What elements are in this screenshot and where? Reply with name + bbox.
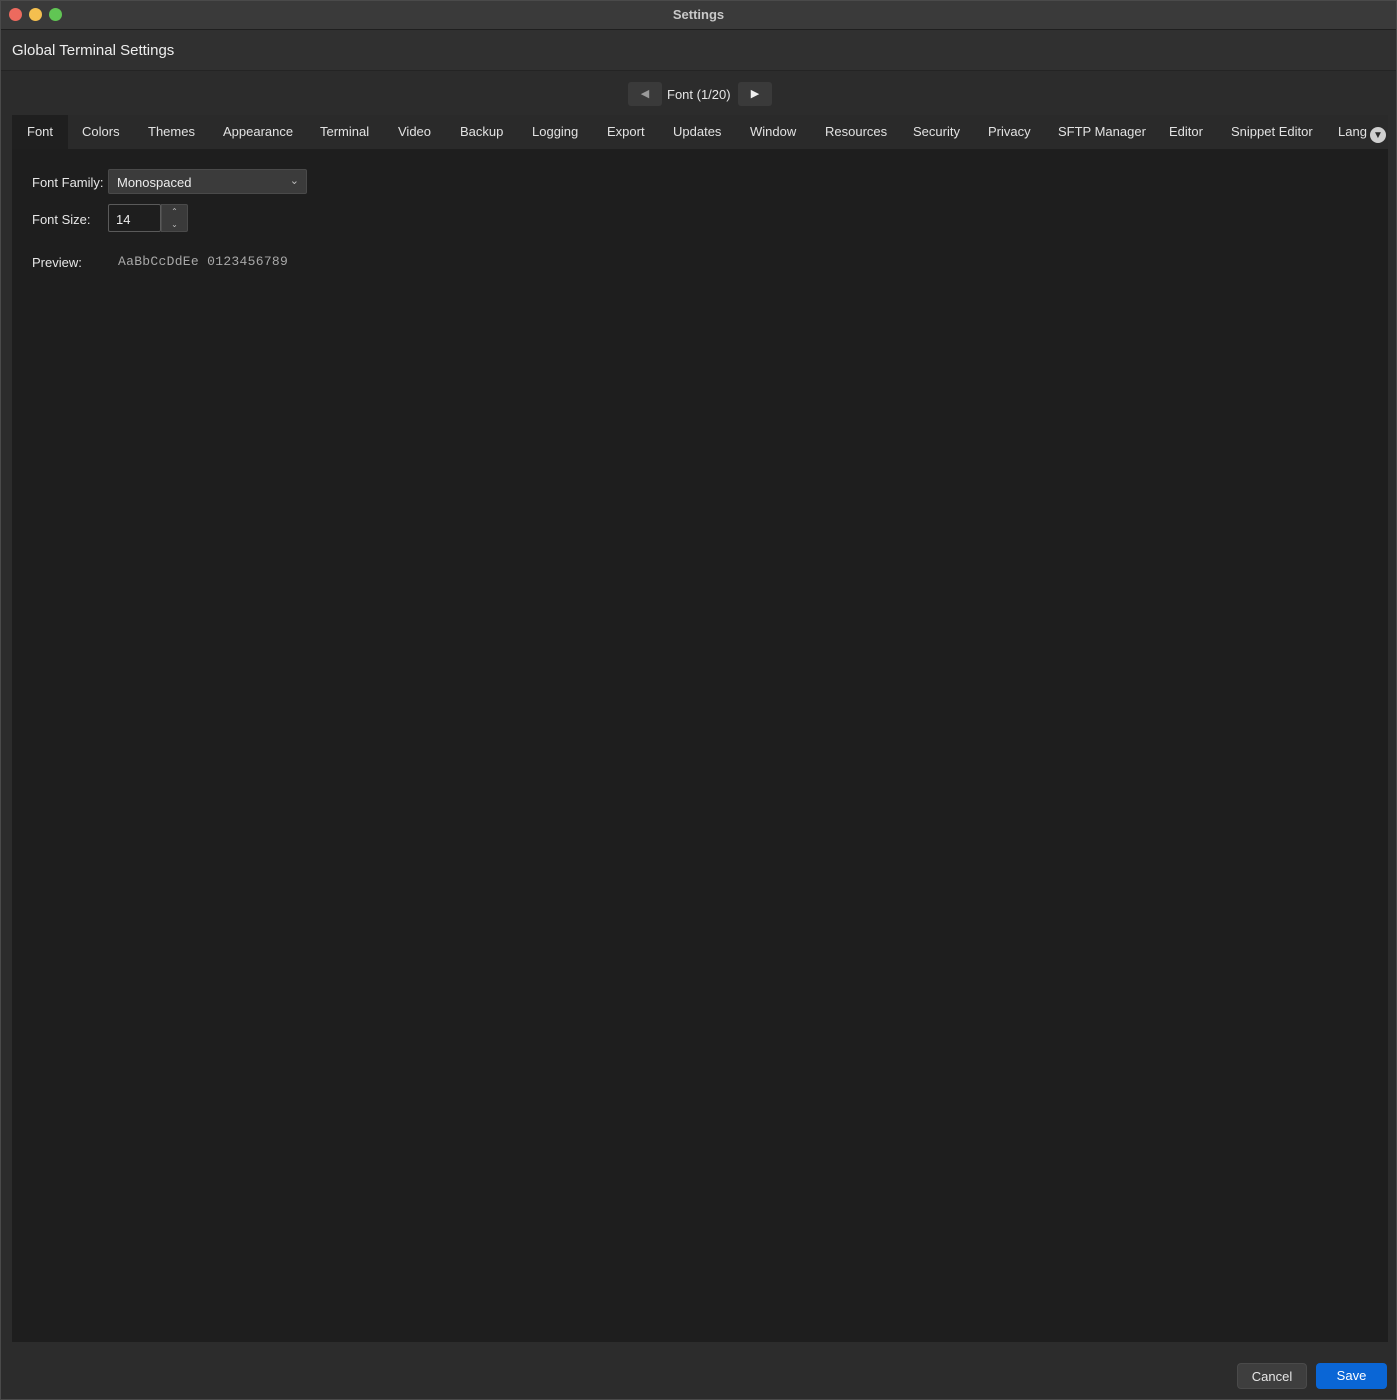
- font-family-select[interactable]: Monospaced ⌄: [108, 169, 307, 194]
- font-family-value: Monospaced: [117, 175, 192, 190]
- tab-appearance[interactable]: Appearance: [223, 115, 293, 149]
- preview-label: Preview:: [32, 255, 82, 270]
- tab-colors[interactable]: Colors: [82, 115, 120, 149]
- font-preview-text: AaBbCcDdEe 0123456789: [118, 254, 289, 269]
- chevron-up-icon: ⌃: [171, 207, 178, 216]
- cancel-button[interactable]: Cancel: [1237, 1363, 1307, 1389]
- pager-label: Font (1/20): [667, 87, 731, 102]
- chevron-down-icon: ⌄: [289, 175, 299, 187]
- font-settings-panel: Font Family: Monospaced ⌄ Font Size: 14 …: [12, 149, 1388, 1342]
- settings-header: Global Terminal Settings: [1, 30, 1396, 71]
- dialog-footer: Cancel Save: [1, 1343, 1396, 1399]
- font-size-value: 14: [116, 212, 131, 227]
- tab-export[interactable]: Export: [607, 115, 645, 149]
- tab-backup[interactable]: Backup: [460, 115, 503, 149]
- previous-page-button[interactable]: ◀: [628, 82, 662, 106]
- tab-overflow-button[interactable]: ▼: [1370, 127, 1386, 143]
- tab-editor[interactable]: Editor: [1169, 115, 1203, 149]
- title-bar: Settings: [1, 1, 1396, 30]
- next-page-button[interactable]: ▶: [738, 82, 772, 106]
- tab-themes[interactable]: Themes: [148, 115, 195, 149]
- tab-video[interactable]: Video: [398, 115, 431, 149]
- tab-snippet-editor[interactable]: Snippet Editor: [1231, 115, 1313, 149]
- tab-resources[interactable]: Resources: [825, 115, 887, 149]
- font-size-stepper: ⌃ ⌄: [161, 204, 188, 232]
- tab-privacy[interactable]: Privacy: [988, 115, 1031, 149]
- font-size-label: Font Size:: [32, 212, 91, 227]
- triangle-left-icon: ◀: [640, 88, 650, 100]
- tab-security[interactable]: Security: [913, 115, 960, 149]
- font-family-label: Font Family:: [32, 175, 104, 190]
- tab-updates[interactable]: Updates: [673, 115, 721, 149]
- tab-pager: ◀ Font (1/20) ▶: [1, 82, 1396, 108]
- tab-logging[interactable]: Logging: [532, 115, 578, 149]
- tab-window[interactable]: Window: [750, 115, 796, 149]
- window-title: Settings: [672, 7, 725, 22]
- settings-tab-bar: Font Colors Themes Appearance Terminal V…: [12, 115, 1388, 150]
- chevron-down-icon: ⌄: [171, 220, 178, 229]
- increment-button[interactable]: ⌃: [162, 205, 187, 218]
- settings-window: Settings Global Terminal Settings ◀ Font…: [0, 0, 1397, 1400]
- font-size-input[interactable]: 14: [108, 204, 161, 232]
- decrement-button[interactable]: ⌄: [162, 218, 187, 231]
- tab-terminal[interactable]: Terminal: [320, 115, 369, 149]
- chevron-down-icon: ▼: [1373, 130, 1383, 141]
- save-button[interactable]: Save: [1316, 1363, 1387, 1389]
- tab-font[interactable]: Font: [12, 115, 69, 149]
- tab-sftp-manager[interactable]: SFTP Manager: [1058, 115, 1146, 149]
- tab-language[interactable]: Lang: [1338, 115, 1367, 149]
- page-title: Global Terminal Settings: [12, 42, 175, 59]
- triangle-right-icon: ▶: [750, 88, 760, 100]
